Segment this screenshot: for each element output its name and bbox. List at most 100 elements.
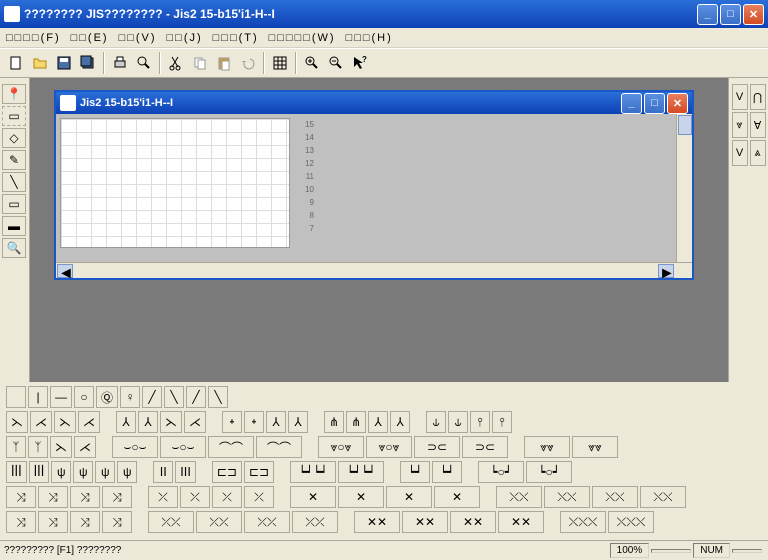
s-r5-5[interactable]: ⤫: [148, 486, 178, 508]
s-r2-17[interactable]: ⫝: [426, 411, 446, 433]
stitch-a3[interactable]: ⩓: [750, 140, 766, 166]
s-r5-7[interactable]: ⤫: [212, 486, 242, 508]
undo-button[interactable]: [237, 52, 259, 74]
s-r2-8[interactable]: ⋌: [184, 411, 206, 433]
s-r3-1[interactable]: ᛉ: [6, 436, 26, 458]
s-r2-9[interactable]: ᛭: [222, 411, 242, 433]
s-r2-19[interactable]: ⫯: [470, 411, 490, 433]
s-r2-16[interactable]: ⅄: [390, 411, 410, 433]
s-r4-11[interactable]: ┕┙┕┙: [290, 461, 336, 483]
stitch-vbar[interactable]: |: [28, 386, 48, 408]
s-r2-20[interactable]: ⫯: [492, 411, 512, 433]
child-titlebar[interactable]: Jis2 15-b15'i1-H--I _ □ ✕: [56, 92, 692, 114]
stitch-v3[interactable]: V: [732, 140, 748, 166]
save-all-button[interactable]: [77, 52, 99, 74]
new-button[interactable]: [5, 52, 27, 74]
s-r5-8[interactable]: ⤫: [244, 486, 274, 508]
s-r3-5[interactable]: ⌣○⌣: [112, 436, 158, 458]
menu-help[interactable]: □□□(H): [346, 32, 393, 44]
s-r3-4[interactable]: ⋌: [74, 436, 96, 458]
s-r2-3[interactable]: ⋋: [54, 411, 76, 433]
stitch-circle[interactable]: ○: [74, 386, 94, 408]
help-cursor-button[interactable]: ?: [349, 52, 371, 74]
s-r3-13[interactable]: ⩔⩔: [524, 436, 570, 458]
s-r5-14[interactable]: ⤬⤬: [544, 486, 590, 508]
s-r2-6[interactable]: ⅄: [138, 411, 158, 433]
s-r5-6[interactable]: ⤫: [180, 486, 210, 508]
s-r4-3[interactable]: ψ: [51, 461, 71, 483]
child-vscroll[interactable]: [676, 114, 692, 262]
s-r5-13[interactable]: ⤬⤬: [496, 486, 542, 508]
stitch-slash[interactable]: ╱: [142, 386, 162, 408]
s-r3-7[interactable]: ⌒⌒: [208, 436, 254, 458]
pen-tool[interactable]: ✎: [2, 150, 26, 170]
stitch-dash[interactable]: —: [50, 386, 72, 408]
s-r5-12[interactable]: ✕: [434, 486, 480, 508]
s-r2-1[interactable]: ⋋: [6, 411, 28, 433]
s-r2-2[interactable]: ⋌: [30, 411, 52, 433]
stitch-bslash[interactable]: ╲: [164, 386, 184, 408]
print-preview-button[interactable]: [133, 52, 155, 74]
s-r2-4[interactable]: ⋌: [78, 411, 100, 433]
s-r2-11[interactable]: ⅄: [266, 411, 286, 433]
picker-tool[interactable]: 🔍: [2, 238, 26, 258]
line-tool[interactable]: ╲: [2, 172, 26, 192]
s-r2-15[interactable]: ⅄: [368, 411, 388, 433]
s-r4-7[interactable]: ⅠⅠ: [153, 461, 173, 483]
menu-edit[interactable]: □□(E): [71, 32, 109, 44]
fill-rect-tool[interactable]: ▬: [2, 216, 26, 236]
s-r4-9[interactable]: ⊏⊐: [212, 461, 242, 483]
s-r3-11[interactable]: ⊃⊂: [414, 436, 460, 458]
s-r2-12[interactable]: ⅄: [288, 411, 308, 433]
s-r5-4[interactable]: ⤨: [102, 486, 132, 508]
menu-j[interactable]: □□(J): [167, 32, 203, 44]
stitch-a2[interactable]: ∀: [750, 112, 766, 138]
s-r2-18[interactable]: ⫝: [448, 411, 468, 433]
stitch-bslash2[interactable]: ╲: [208, 386, 228, 408]
s-r4-1[interactable]: ꟾꟾꟾ: [6, 461, 27, 483]
s-r4-4[interactable]: ψ: [73, 461, 93, 483]
maximize-button[interactable]: □: [720, 4, 741, 25]
s-r5-1[interactable]: ⤨: [6, 486, 36, 508]
stitch-a1[interactable]: ⋂: [750, 84, 766, 110]
s-r2-5[interactable]: ⅄: [116, 411, 136, 433]
s-r4-8[interactable]: ⅠⅠⅠ: [175, 461, 196, 483]
stamp-tool[interactable]: 📍: [2, 84, 26, 104]
stitch-slash2[interactable]: ╱: [186, 386, 206, 408]
editing-grid[interactable]: [60, 118, 290, 248]
s-r3-12[interactable]: ⊃⊂: [462, 436, 508, 458]
s-r3-10[interactable]: ⩔○⩔: [366, 436, 412, 458]
s-r5-11[interactable]: ✕: [386, 486, 432, 508]
stitch-blank[interactable]: [6, 386, 26, 408]
hscroll-left-button[interactable]: ◄: [57, 264, 73, 278]
child-minimize-button[interactable]: _: [621, 93, 642, 114]
select-tool[interactable]: ▭: [2, 106, 26, 126]
copy-button[interactable]: [189, 52, 211, 74]
s-r4-10[interactable]: ⊏⊐: [244, 461, 274, 483]
hscroll-right-button[interactable]: ►: [658, 264, 674, 278]
s-r5-3[interactable]: ⤨: [70, 486, 100, 508]
stitch-v1[interactable]: V: [732, 84, 748, 110]
s-r4-13[interactable]: ┕┙: [400, 461, 430, 483]
s-r3-2[interactable]: ᛉ: [28, 436, 48, 458]
child-close-button[interactable]: ✕: [667, 93, 688, 114]
s-r5-15[interactable]: ⤬⤬: [592, 486, 638, 508]
eraser-tool[interactable]: ◇: [2, 128, 26, 148]
s-r2-13[interactable]: ⋔: [324, 411, 344, 433]
s-r4-16[interactable]: ┕○┙: [526, 461, 572, 483]
menu-file[interactable]: □□□□(F): [6, 32, 61, 44]
cut-button[interactable]: [165, 52, 187, 74]
s-r2-10[interactable]: ᛭: [244, 411, 264, 433]
s-r4-12[interactable]: ┕┙┕┙: [338, 461, 384, 483]
print-button[interactable]: [109, 52, 131, 74]
stitch-person[interactable]: ♀: [120, 386, 140, 408]
s-r3-9[interactable]: ⩔○⩔: [318, 436, 364, 458]
menu-window[interactable]: □□□□□(W): [269, 32, 336, 44]
open-button[interactable]: [29, 52, 51, 74]
minimize-button[interactable]: _: [697, 4, 718, 25]
s-r5-2[interactable]: ⤨: [38, 486, 68, 508]
rect-tool[interactable]: ▭: [2, 194, 26, 214]
menu-t[interactable]: □□□(T): [213, 32, 259, 44]
zoom-out-button[interactable]: [325, 52, 347, 74]
s-r5-9[interactable]: ✕: [290, 486, 336, 508]
